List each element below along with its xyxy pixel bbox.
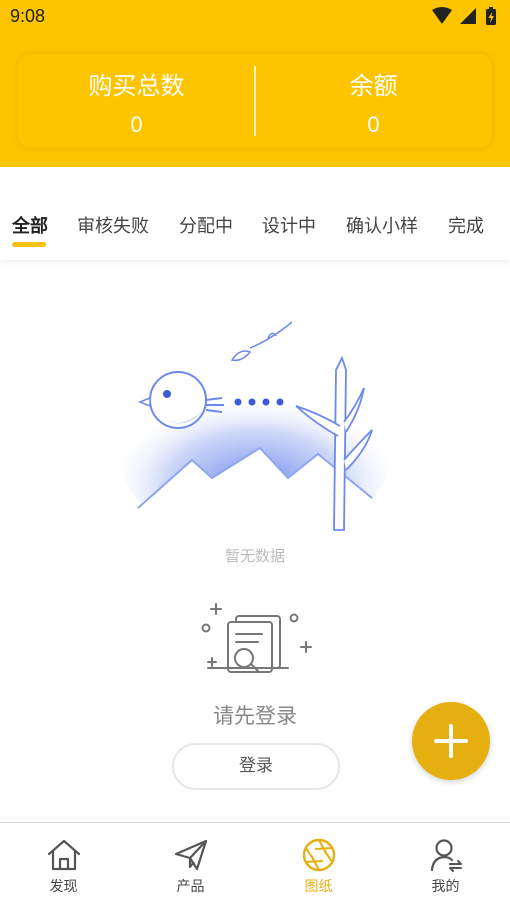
purchase-total-section: 购买总数 0	[18, 54, 255, 148]
balance-label: 余额	[349, 72, 398, 100]
add-fab-button[interactable]	[412, 702, 490, 780]
active-tab-indicator	[12, 242, 46, 247]
header: 购买总数 0 余额 0	[0, 36, 510, 167]
nav-label-mine: 我的	[431, 879, 460, 895]
tab-designing[interactable]: 设计中	[262, 212, 316, 238]
tab-completed[interactable]: 完成	[448, 212, 484, 238]
status-time: 9:08	[10, 6, 46, 26]
nav-label-drawings: 图纸	[304, 879, 333, 895]
paper-plane-icon	[174, 839, 208, 871]
cellular-signal-icon	[460, 8, 476, 24]
wifi-icon	[432, 7, 452, 24]
bird-mountain-empty-illustration	[120, 321, 390, 540]
balance-section: 余额 0	[255, 54, 492, 148]
document-search-icon	[201, 603, 312, 673]
purchase-total-value: 0	[130, 112, 143, 137]
nav-item-drawings[interactable]: 图纸	[255, 823, 382, 908]
tab-review-failed[interactable]: 审核失败	[77, 212, 149, 238]
status-bar: 9:08	[0, 0, 510, 36]
bottom-nav: 发现 产品 图纸 我的	[0, 822, 510, 908]
plus-icon	[434, 724, 468, 758]
nav-label-products: 产品	[176, 879, 205, 895]
login-button[interactable]: 登录	[172, 743, 340, 790]
aperture-icon	[302, 838, 336, 872]
status-icons	[432, 7, 496, 25]
summary-card: 购买总数 0 余额 0	[18, 54, 492, 148]
nav-item-discover[interactable]: 发现	[0, 823, 127, 908]
balance-value: 0	[367, 112, 380, 137]
purchase-total-label: 购买总数	[88, 72, 185, 100]
nav-item-products[interactable]: 产品	[127, 823, 254, 908]
battery-charging-icon	[486, 7, 496, 25]
tab-confirm-sample[interactable]: 确认小样	[346, 212, 418, 238]
tab-assigning[interactable]: 分配中	[179, 212, 233, 238]
nav-item-mine[interactable]: 我的	[382, 823, 509, 908]
home-icon	[47, 839, 81, 871]
nav-label-discover: 发现	[49, 879, 78, 895]
tab-all[interactable]: 全部	[12, 212, 48, 238]
order-status-tabs: 全部 审核失败 分配中 设计中 确认小样 完成	[0, 190, 510, 260]
user-icon	[430, 839, 462, 872]
empty-state-text: 暂无数据	[224, 547, 285, 565]
